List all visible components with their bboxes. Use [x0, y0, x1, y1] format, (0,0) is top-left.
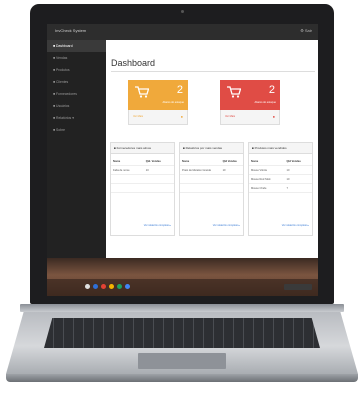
table-row: Prato de Metalon Grande 10 — [180, 165, 243, 175]
tile-count: 2 — [176, 84, 183, 96]
col-header: Nome — [182, 159, 190, 163]
sidebar-item-products[interactable]: ■ Produtos — [47, 64, 106, 76]
panel-table: Nome Qtd Vendas Mouse Vitrola 10 Mouse Red… — [249, 157, 312, 201]
table-row: Mouse Chefe 7 — [249, 183, 312, 193]
sidebar-item-dashboard[interactable]: ■ Dashboard — [47, 40, 106, 52]
panel-top-suppliers: ■ Fornecedores mais ativos Nome Qtd. Vend… — [110, 142, 175, 236]
app-brand[interactable]: InvCheck System — [55, 28, 86, 33]
cell — [180, 183, 221, 193]
cell: Mouse Vitrola — [249, 165, 285, 175]
cell — [284, 192, 312, 201]
panel-title: ■ Relatórios por mais vendas — [180, 143, 243, 154]
title-divider — [111, 71, 315, 72]
col-header: Nome — [113, 159, 121, 163]
panel-report-sales: ■ Relatórios por mais vendas Nome Qtd Ven… — [179, 142, 244, 236]
logout-link[interactable]: ⚙ Sair — [300, 28, 312, 33]
tile-footer[interactable]: Ver Mais ● — [220, 110, 280, 125]
sidebar-item-reports[interactable]: ■ Relatórios ▾ — [47, 112, 106, 124]
keyboard — [44, 318, 320, 348]
app-icon[interactable] — [109, 284, 114, 289]
cell: 10 — [220, 165, 243, 175]
cell — [143, 174, 174, 184]
table-row — [111, 174, 174, 184]
laptop-lid: InvCheck System ⚙ Sair ■ Dashboard ■ Ven… — [30, 4, 334, 304]
cell: Falta de nome — [111, 165, 144, 175]
cell — [180, 192, 221, 201]
app-icon[interactable] — [117, 284, 122, 289]
cart-icon — [227, 86, 241, 98]
stock-tile-orange[interactable]: 2 Abaixo do estoque Ver Mais ● — [128, 80, 188, 125]
app-icon[interactable] — [93, 284, 98, 289]
full-report-link[interactable]: Ver relatório completo ▸ — [282, 224, 309, 227]
cell — [111, 174, 144, 184]
cell: 10 — [284, 174, 312, 184]
cell: Mouse Red Stick — [249, 174, 285, 184]
cell — [143, 192, 174, 201]
cell — [220, 192, 243, 201]
table-row: Mouse Vitrola 10 — [249, 165, 312, 175]
cell — [220, 174, 243, 184]
panel-table: Nome Qtd Vendas Prato de Metalon Grande 10 — [180, 157, 243, 201]
col-header: Qtd Vendas — [222, 159, 237, 163]
launcher-icon[interactable] — [85, 284, 90, 289]
table-row: Mouse Red Stick 10 — [249, 174, 312, 184]
full-report-link[interactable]: Ver relatório completo ▸ — [144, 224, 171, 227]
stock-tile-red[interactable]: 2 Abaixo do estoque Ver Mais ● — [220, 80, 280, 125]
sidebar: ■ Dashboard ■ Vendas ■ Produtos ■ Client… — [47, 40, 106, 258]
table-row — [111, 192, 174, 201]
col-header: Nome — [251, 159, 259, 163]
tile-header: 2 Abaixo do estoque — [128, 80, 188, 110]
cell — [111, 183, 144, 193]
table-row: Falta de nome 10 — [111, 165, 174, 175]
panel-title: ■ Fornecedores mais ativos — [111, 143, 174, 154]
sidebar-item-suppliers[interactable]: ■ Fornecedores — [47, 88, 106, 100]
cell: 10 — [143, 165, 174, 175]
tile-label: Abaixo do estoque — [254, 101, 277, 104]
panel-table: Nome Qtd. Vendas Falta de nome 10 — [111, 157, 174, 201]
cell — [180, 174, 221, 184]
tile-header: 2 Abaixo do estoque — [220, 80, 280, 110]
cell — [111, 192, 144, 201]
cart-icon — [135, 86, 149, 98]
panel-title: ■ Produtos mais vendidos — [249, 143, 312, 154]
top-bar: InvCheck System ⚙ Sair — [47, 24, 318, 40]
app-icon[interactable] — [101, 284, 106, 289]
sidebar-item-users[interactable]: ■ Usuários — [47, 100, 106, 112]
table-row — [111, 183, 174, 193]
tile-label: Abaixo do estoque — [162, 101, 185, 104]
col-header: Qtd Vendas — [286, 159, 301, 163]
cell — [220, 183, 243, 193]
tile-more-link[interactable]: Ver Mais — [225, 115, 235, 118]
laptop-front-edge — [6, 374, 358, 382]
sidebar-item-about[interactable]: ■ Sobre — [47, 124, 106, 136]
cell: Mouse Chefe — [249, 183, 285, 193]
tile-more-link[interactable]: Ver Mais — [133, 115, 143, 118]
table-row — [249, 192, 312, 201]
system-tray[interactable] — [284, 284, 312, 290]
col-header: Qtd. Vendas — [145, 159, 161, 163]
touchpad — [138, 353, 226, 369]
app-icon[interactable] — [125, 284, 130, 289]
cell: Prato de Metalon Grande — [180, 165, 221, 175]
table-row — [180, 183, 243, 193]
cell: 7 — [284, 183, 312, 193]
page-title: Dashboard — [111, 58, 156, 68]
laptop-hinge — [20, 304, 344, 312]
sidebar-item-sales[interactable]: ■ Vendas — [47, 52, 106, 64]
arrow-circle-icon: ● — [272, 114, 275, 119]
cell — [143, 183, 174, 193]
panel-top-products: ■ Produtos mais vendidos Nome Qtd Vendas … — [248, 142, 313, 236]
table-row — [180, 174, 243, 184]
arrow-circle-icon: ● — [180, 114, 183, 119]
table-row — [180, 192, 243, 201]
cell: 10 — [284, 165, 312, 175]
tile-footer[interactable]: Ver Mais ● — [128, 110, 188, 125]
sidebar-item-customers[interactable]: ■ Clientes — [47, 76, 106, 88]
camera-icon — [181, 10, 184, 13]
screen: InvCheck System ⚙ Sair ■ Dashboard ■ Ven… — [47, 24, 318, 296]
full-report-link[interactable]: Ver relatório completo ▸ — [213, 224, 240, 227]
main-content: Dashboard 2 Abaixo do estoque Ver Mais ● — [106, 40, 318, 258]
tile-count: 2 — [268, 84, 275, 96]
cell — [249, 192, 285, 201]
